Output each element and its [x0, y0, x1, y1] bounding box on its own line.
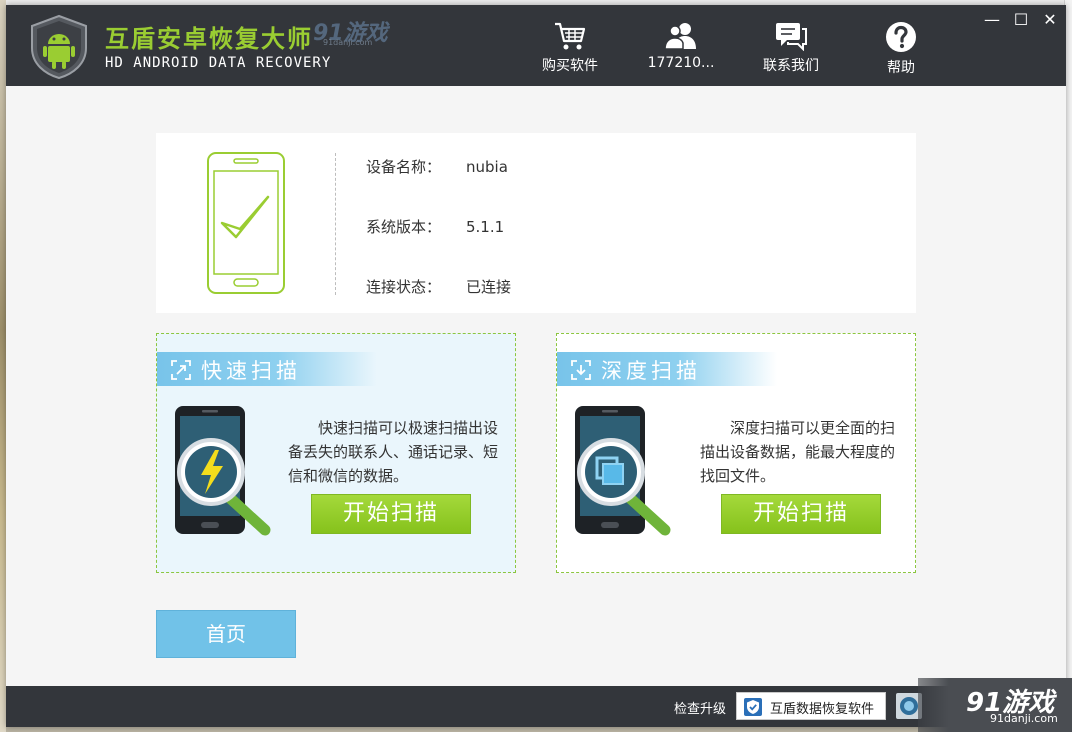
help-icon — [886, 22, 916, 52]
nav-help[interactable]: 帮助 — [856, 21, 946, 77]
deep-scan-start-button[interactable]: 开始扫描 — [721, 494, 881, 534]
device-name-value: nubia — [466, 158, 508, 176]
app-window: 互盾安卓恢复大师 HD ANDROID DATA RECOVERY 91游戏 9… — [6, 5, 1066, 727]
close-button[interactable]: ✕ — [1038, 11, 1062, 29]
minimize-button[interactable]: — — [980, 11, 1004, 29]
system-version-row: 系统版本： 5.1.1 — [366, 216, 504, 237]
deep-scan-icon — [571, 360, 591, 380]
app-subtitle: HD ANDROID DATA RECOVERY — [105, 55, 332, 71]
phone-layers-magnifier-icon — [575, 406, 671, 536]
device-info-panel: 设备名称： nubia 系统版本： 5.1.1 连接状态： 已连接 — [156, 133, 916, 313]
watermark-url: 91danji.com — [323, 38, 373, 47]
shield-check-icon — [744, 698, 762, 716]
corner-watermark-url: 91danji.com — [990, 712, 1058, 725]
titlebar[interactable]: 互盾安卓恢复大师 HD ANDROID DATA RECOVERY 91游戏 9… — [6, 5, 1066, 86]
nav-buy-software-label: 购买软件 — [542, 58, 598, 74]
connection-status-row: 连接状态： 已连接 — [366, 276, 511, 297]
nav-contact-us[interactable]: 联系我们 — [746, 21, 836, 75]
device-name-label: 设备名称： — [366, 158, 442, 176]
promo-software-button[interactable]: 互盾数据恢复软件 — [736, 692, 886, 720]
quick-scan-description: 快速扫描可以极速扫描出设备丢失的联系人、通话记录、短信和微信的数据。 — [288, 419, 499, 485]
android-shield-icon — [31, 14, 87, 80]
phone-connected-check-icon — [207, 152, 285, 294]
deep-scan-title: 深度扫描 — [601, 359, 701, 383]
check-update-link[interactable]: 检查升级 — [674, 698, 726, 717]
maximize-button[interactable]: ☐ — [1009, 11, 1033, 29]
quick-scan-card[interactable]: 快速扫描 快速扫描可以极速扫描出设备丢失的联系人、通话记录、短信和微信的数据。 … — [156, 333, 516, 573]
corner-watermark: 91游戏 91danji.com — [918, 678, 1072, 732]
nav-contact-us-label: 联系我们 — [763, 58, 819, 74]
deep-scan-description: 深度扫描可以更全面的扫描出设备数据，能最大程度的找回文件。 — [700, 419, 896, 485]
quick-scan-title: 快速扫描 — [201, 359, 301, 383]
quick-scan-icon — [171, 360, 191, 380]
footer-bar: 检查升级 互盾数据恢复软件 — [6, 686, 1066, 727]
quick-scan-start-button[interactable]: 开始扫描 — [311, 494, 471, 534]
phone-lightning-magnifier-icon — [175, 406, 271, 536]
chat-icon — [776, 23, 807, 51]
connection-status-value: 已连接 — [466, 278, 512, 296]
quick-scan-header: 快速扫描 — [157, 352, 377, 386]
deep-scan-card[interactable]: 深度扫描 深度扫描可以更全面的扫描出设备数据，能最大程度的找回文件。 开始扫描 — [556, 333, 916, 573]
nav-help-label: 帮助 — [887, 60, 915, 76]
cart-icon — [555, 22, 586, 50]
nav-account-label: 177210... — [647, 55, 715, 71]
system-version-value: 5.1.1 — [466, 218, 505, 236]
device-panel-divider — [335, 153, 336, 295]
connection-status-label: 连接状态： — [366, 278, 442, 296]
system-version-label: 系统版本： — [366, 218, 442, 236]
app-name: 互盾安卓恢复大师 — [105, 25, 313, 53]
promo-software-label: 互盾数据恢复软件 — [770, 702, 875, 717]
deep-scan-header: 深度扫描 — [557, 352, 777, 386]
nav-buy-software[interactable]: 购买软件 — [525, 21, 615, 75]
device-name-row: 设备名称： nubia — [366, 156, 508, 177]
watermark-logo: 91游戏 91danji.com — [313, 15, 388, 47]
home-button[interactable]: 首页 — [156, 610, 296, 658]
user-group-icon — [664, 23, 696, 50]
nav-account[interactable]: 177210... — [636, 21, 726, 71]
